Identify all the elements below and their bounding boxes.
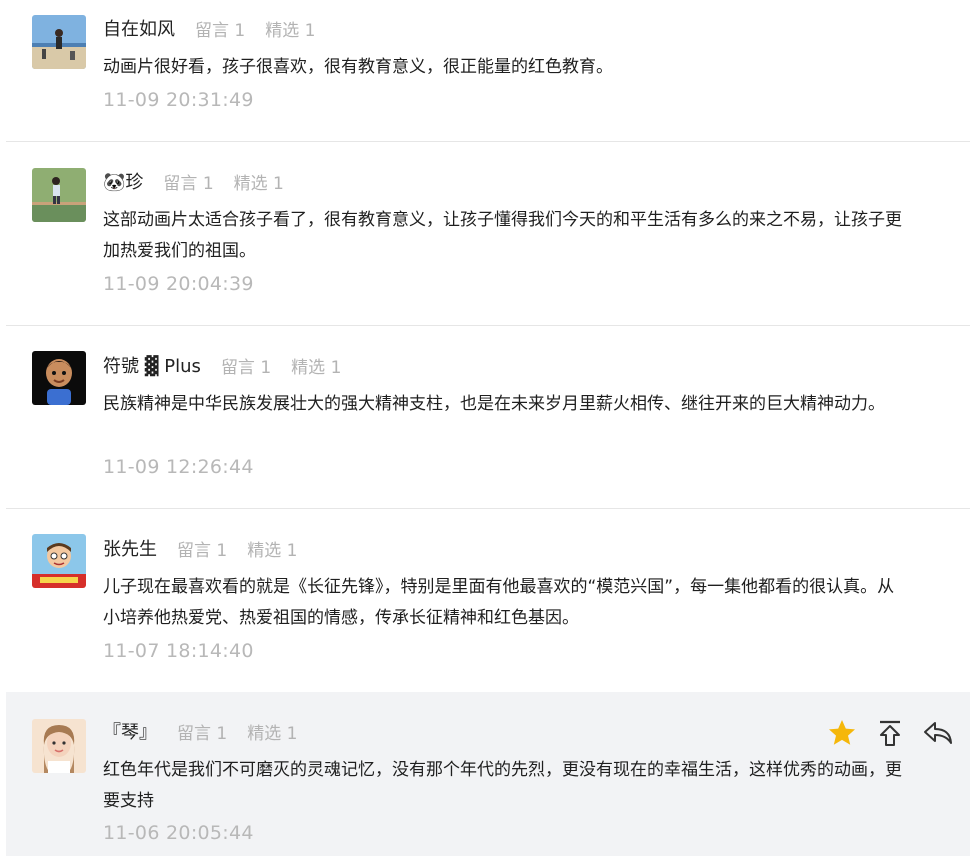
avatar[interactable] bbox=[32, 15, 86, 69]
nickname[interactable]: 自在如风 bbox=[103, 15, 175, 41]
nickname[interactable]: 🐼珍 bbox=[103, 168, 143, 194]
comment-time: 11-07 18:14:40 bbox=[103, 640, 254, 662]
nickname[interactable]: 符號 ▓ Plus bbox=[103, 352, 201, 378]
pin-top-icon[interactable] bbox=[874, 717, 906, 749]
comment-text: 动画片很好看，孩子很喜欢，很有教育意义，很正能量的红色教育。 bbox=[103, 57, 613, 77]
comment-header: 张先生 留言 1 精选 1 bbox=[103, 534, 317, 562]
avatar[interactable] bbox=[32, 351, 86, 405]
nickname[interactable]: 『琴』 bbox=[103, 718, 157, 744]
reply-count[interactable]: 留言 1 bbox=[177, 536, 227, 561]
reply-count[interactable]: 留言 1 bbox=[195, 16, 245, 41]
comment-header: 自在如风 留言 1 精选 1 bbox=[103, 14, 335, 42]
select-count[interactable]: 精选 1 bbox=[247, 719, 297, 744]
comment-header: 🐼珍 留言 1 精选 1 bbox=[103, 167, 304, 195]
reply-icon[interactable] bbox=[922, 717, 954, 749]
comment-time: 11-06 20:05:44 bbox=[103, 822, 254, 844]
avatar[interactable] bbox=[32, 719, 86, 773]
select-count[interactable]: 精选 1 bbox=[234, 169, 284, 194]
reply-count[interactable]: 留言 1 bbox=[163, 169, 213, 194]
comment-text: 儿子现在最喜欢看的就是《长征先锋》，特别是里面有他最喜欢的“模范兴国”，每一集他… bbox=[103, 577, 895, 628]
comment-header: 『琴』 留言 1 精选 1 bbox=[103, 717, 317, 745]
select-count[interactable]: 精选 1 bbox=[291, 353, 341, 378]
nickname[interactable]: 张先生 bbox=[103, 535, 157, 561]
comment-time: 11-09 12:26:44 bbox=[103, 456, 254, 478]
comment-text: 红色年代是我们不可磨灭的灵魂记忆，没有那个年代的先烈，更没有现在的幸福生活，这样… bbox=[103, 760, 902, 811]
comment-text: 这部动画片太适合孩子看了，很有教育意义，让孩子懂得我们今天的和平生活有多么的来之… bbox=[103, 210, 902, 261]
avatar[interactable] bbox=[32, 168, 86, 222]
comment-text: 民族精神是中华民族发展壮大的强大精神支柱，也是在未来岁月里薪火相传、继往开来的巨… bbox=[103, 394, 885, 414]
comment-time: 11-09 20:04:39 bbox=[103, 273, 254, 295]
comment-actions bbox=[826, 717, 954, 749]
comment-header: 符號 ▓ Plus 留言 1 精选 1 bbox=[103, 351, 361, 379]
select-count[interactable]: 精选 1 bbox=[265, 16, 315, 41]
select-count[interactable]: 精选 1 bbox=[247, 536, 297, 561]
star-icon[interactable] bbox=[826, 717, 858, 749]
reply-count[interactable]: 留言 1 bbox=[221, 353, 271, 378]
reply-count[interactable]: 留言 1 bbox=[177, 719, 227, 744]
avatar[interactable] bbox=[32, 534, 86, 588]
comment-time: 11-09 20:31:49 bbox=[103, 89, 254, 111]
